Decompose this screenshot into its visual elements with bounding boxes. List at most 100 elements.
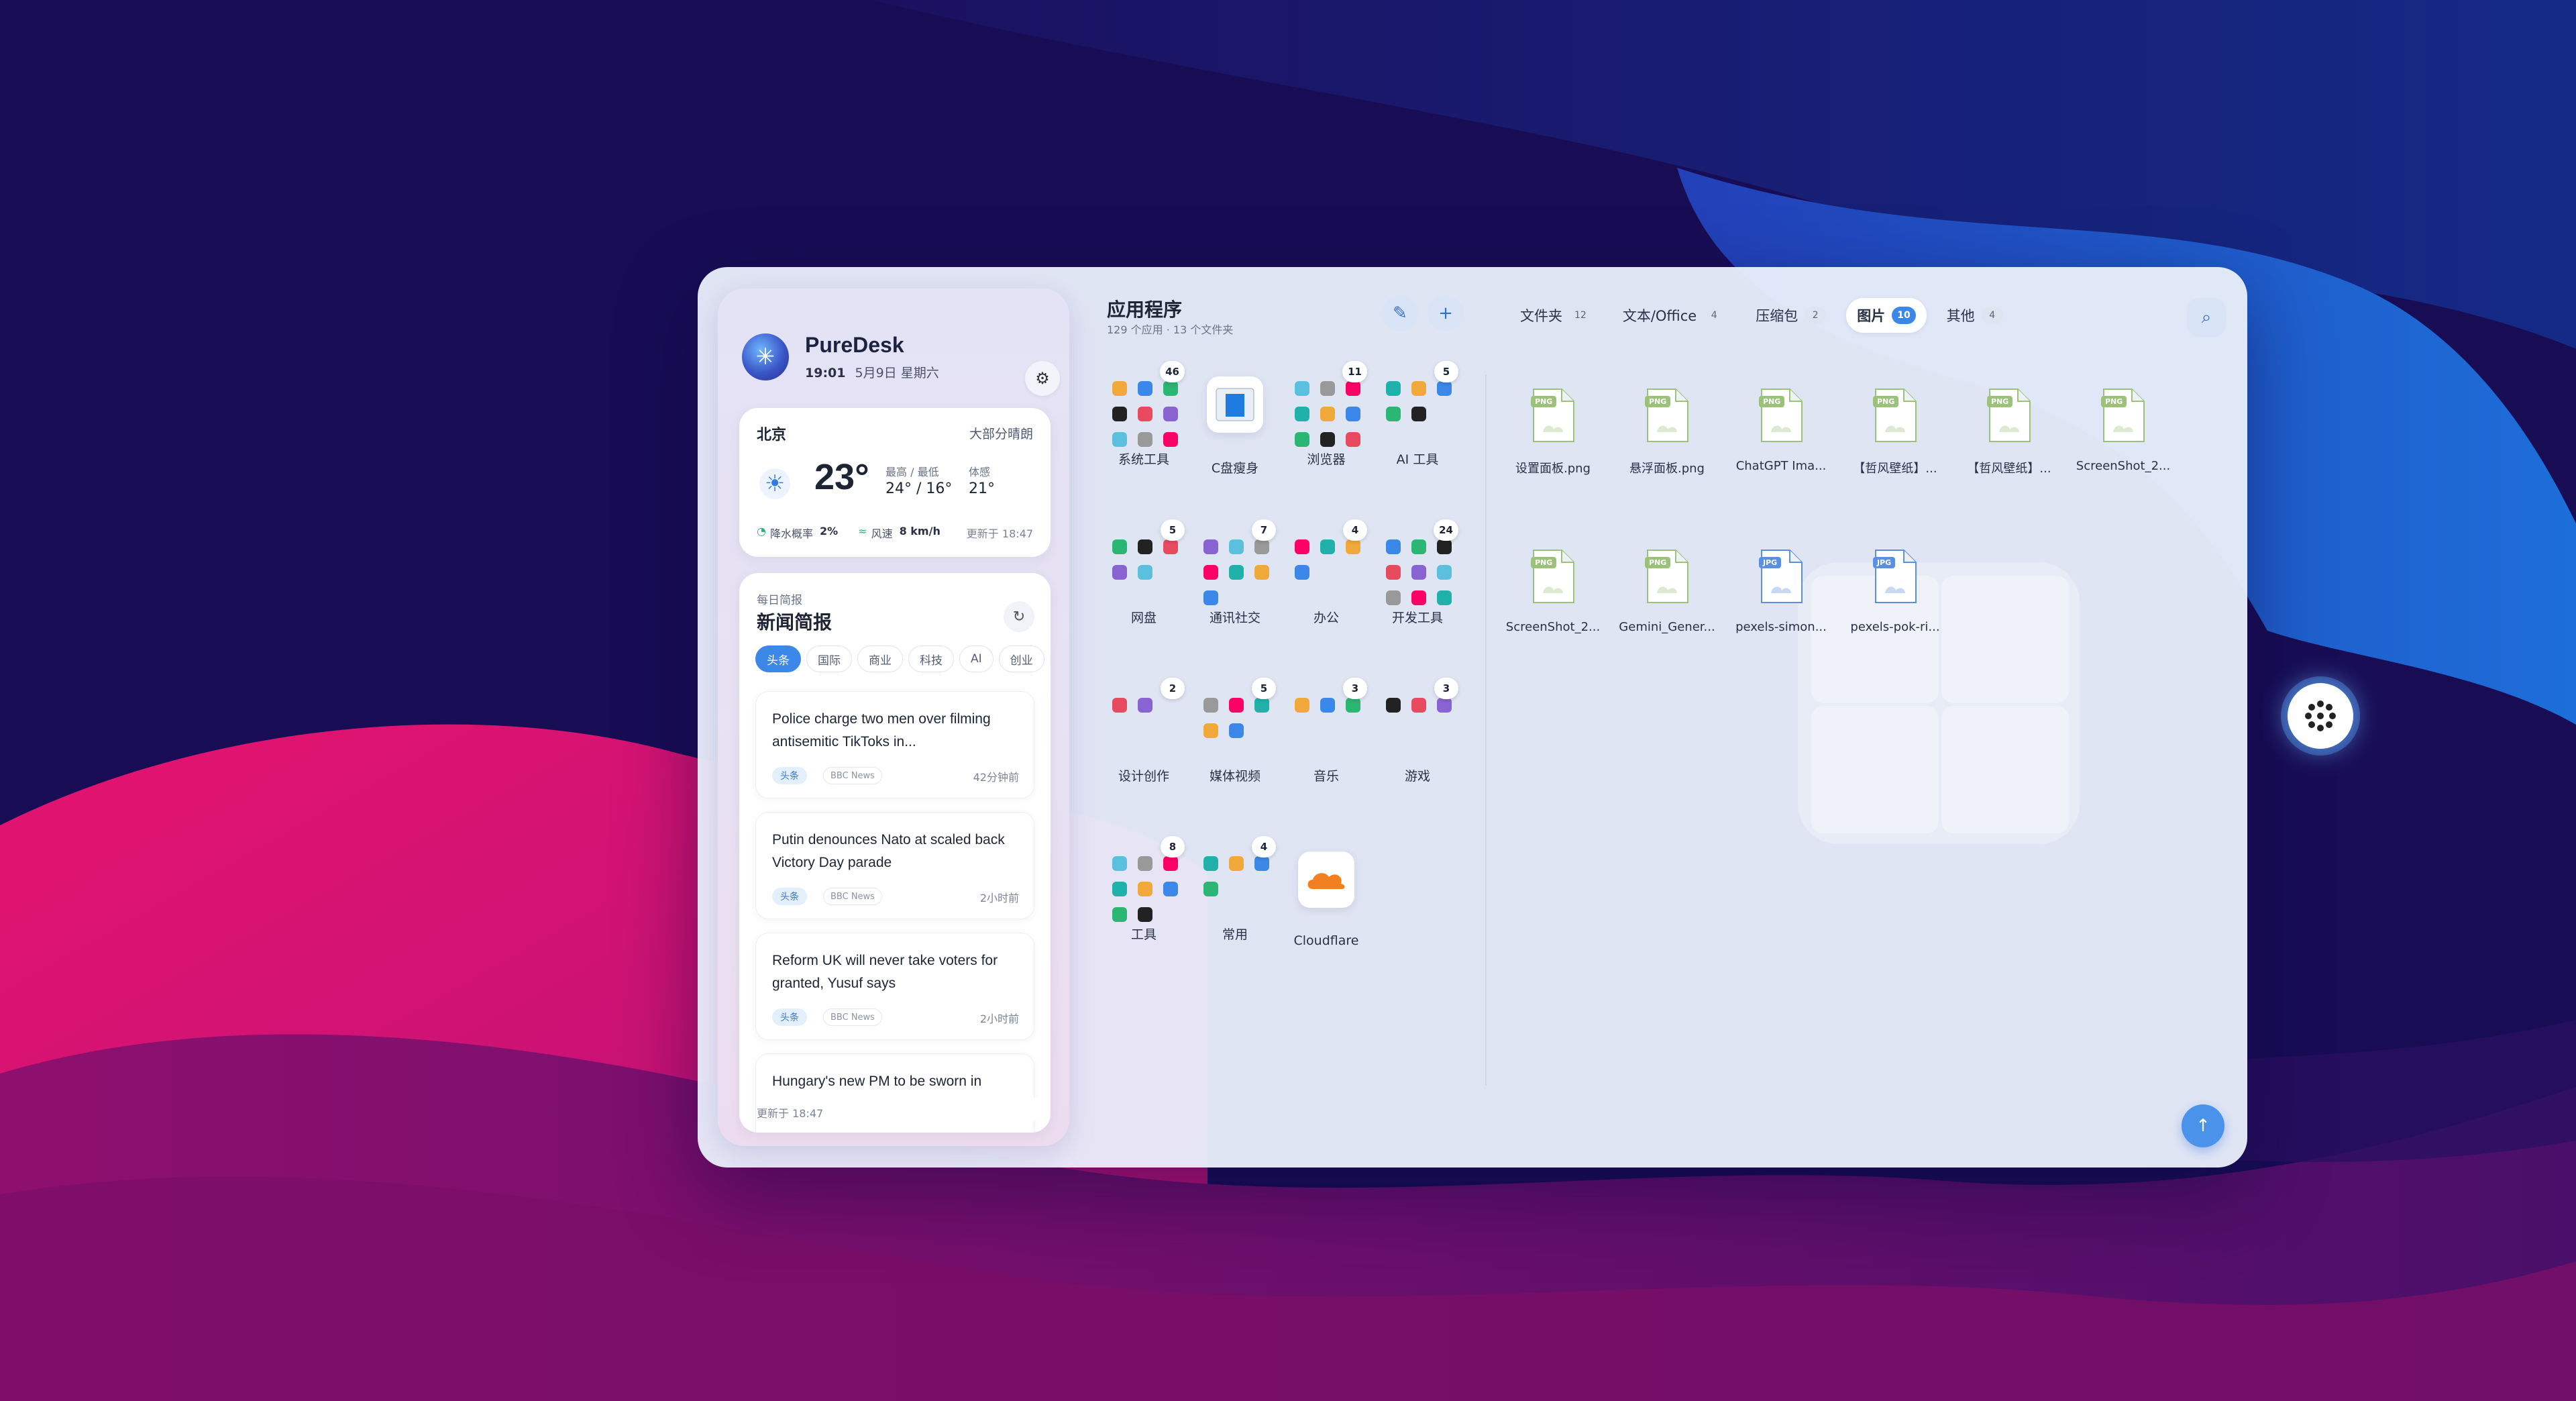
news-tab-tech[interactable]: 科技: [908, 645, 954, 672]
mini-app-icon: [1112, 432, 1127, 447]
settings-button[interactable]: ⚙: [1025, 361, 1060, 396]
file-tab-label: 文本/Office: [1622, 308, 1697, 324]
mini-app-icon: [1437, 381, 1452, 396]
news-refresh-button[interactable]: ↻: [1004, 601, 1034, 632]
file-item[interactable]: PNG 【哲风壁纸】...: [1838, 388, 1952, 476]
folder-icon-grid: 3: [1381, 678, 1458, 758]
mini-app-icon: [1386, 565, 1401, 580]
clock-date: 5月9日 星期六: [855, 366, 939, 380]
app-folder[interactable]: 7 通讯社交: [1191, 519, 1279, 626]
feels-like-label: 体感: [969, 466, 991, 478]
mini-app-icon: [1138, 381, 1152, 396]
app-folder[interactable]: 3 音乐: [1283, 678, 1370, 784]
news-item[interactable]: Hungary's new PM to be sworn in during '…: [755, 1053, 1034, 1133]
add-app-button[interactable]: +: [1428, 295, 1464, 331]
panel-divider: [1485, 374, 1487, 1086]
file-item[interactable]: PNG ScreenShot_2...: [2066, 388, 2180, 473]
search-button[interactable]: ⌕: [2187, 298, 2226, 337]
clock-time: 19:01: [805, 366, 846, 380]
image-file-icon: PNG: [1529, 549, 1576, 605]
mini-app-icon: [1346, 698, 1360, 713]
file-item[interactable]: JPG pexels-pok-ri...: [1838, 549, 1952, 634]
app-folder[interactable]: 3 游戏: [1374, 678, 1461, 784]
mini-app-icon: [1346, 407, 1360, 421]
weather-updated: 更新于 18:47: [966, 527, 1033, 540]
news-item-time: 2小时前: [979, 1013, 1019, 1025]
folder-icon-grid: [1198, 376, 1272, 450]
app-folder[interactable]: 2 设计创作: [1100, 678, 1187, 784]
mini-app-icon: [1346, 381, 1360, 396]
folder-count-badge: 7: [1252, 519, 1276, 541]
file-type-label: PNG: [1645, 396, 1671, 407]
mini-app-icon: [1112, 539, 1127, 554]
app-folder-label: Cloudflare: [1293, 933, 1359, 948]
app-folder[interactable]: 5 AI 工具: [1374, 361, 1461, 468]
file-name: ScreenShot_2...: [1505, 620, 1601, 634]
file-tab-count: 2: [1805, 307, 1827, 324]
file-name: pexels-simon...: [1735, 620, 1827, 634]
file-tab-archives[interactable]: 压缩包 2: [1745, 298, 1837, 333]
news-updated: 更新于 18:47: [757, 1098, 1038, 1121]
mini-app-icon: [1320, 432, 1335, 447]
app-folder[interactable]: C盘瘦身: [1191, 368, 1279, 476]
app-folder-label: 设计创作: [1118, 769, 1169, 784]
app-folder[interactable]: 8 工具: [1100, 836, 1187, 943]
app-folder[interactable]: 4 办公: [1283, 519, 1370, 626]
app-folder[interactable]: Cloudflare: [1283, 843, 1370, 948]
high-low-value: 24° / 16°: [885, 480, 953, 497]
file-tab-other[interactable]: 其他 4: [1936, 298, 2014, 333]
file-item[interactable]: JPG pexels-simon...: [1724, 549, 1838, 634]
folder-count-badge: 5: [1434, 361, 1458, 382]
file-tab-folders[interactable]: 文件夹 12: [1509, 298, 1603, 333]
file-item[interactable]: PNG ChatGPT Ima...: [1724, 388, 1838, 473]
app-folder[interactable]: 11 浏览器: [1283, 361, 1370, 468]
app-folder[interactable]: 24 开发工具: [1374, 519, 1461, 626]
arrow-up-icon: ↑: [2196, 1116, 2210, 1136]
puredesk-logo-icon: ✳: [742, 333, 789, 380]
file-name: 悬浮面板.png: [1629, 462, 1705, 476]
folder-count-badge: 46: [1160, 361, 1185, 382]
news-tab-world[interactable]: 国际: [806, 645, 852, 672]
file-item[interactable]: PNG Gemini_Gener...: [1610, 549, 1724, 634]
file-tab-images[interactable]: 图片 10: [1846, 298, 1927, 333]
news-label: 每日简报: [757, 594, 802, 607]
file-tab-count: 4: [1981, 307, 2003, 324]
news-tab-business[interactable]: 商业: [857, 645, 903, 672]
wind-value: 8 km/h: [899, 525, 941, 537]
mini-app-icon: [1203, 723, 1218, 738]
image-file-icon: PNG: [1872, 388, 1919, 444]
file-tab-office[interactable]: 文本/Office 4: [1612, 298, 1735, 333]
file-tab-count: 12: [1569, 307, 1592, 324]
folder-icon-grid: 5: [1381, 361, 1458, 442]
folder-icon-grid: [1289, 851, 1363, 925]
news-item[interactable]: Reform UK will never take voters for gra…: [755, 933, 1034, 1040]
folder-icon-grid: 4: [1289, 519, 1367, 600]
scroll-top-button[interactable]: ↑: [2182, 1104, 2224, 1147]
app-folder[interactable]: 4 常用: [1191, 836, 1279, 943]
file-item[interactable]: PNG 悬浮面板.png: [1610, 388, 1724, 476]
app-folder[interactable]: 46 系统工具: [1100, 361, 1187, 468]
mini-app-icon: [1411, 590, 1426, 605]
news-tab-headlines[interactable]: 头条: [755, 645, 801, 672]
weather-card[interactable]: 北京 大部分晴朗 ☀ 23° 最高 / 最低 24° / 16° 体感 21° …: [739, 408, 1051, 557]
folder-icon-grid: 3: [1289, 678, 1367, 758]
news-tab-startup[interactable]: 创业: [998, 645, 1044, 672]
news-item[interactable]: Putin denounces Nato at scaled back Vict…: [755, 812, 1034, 919]
file-item[interactable]: PNG ScreenShot_2...: [1496, 549, 1610, 634]
edit-apps-button[interactable]: ✎: [1382, 295, 1418, 331]
floating-ball-button[interactable]: [2288, 683, 2353, 749]
app-folder[interactable]: 5 网盘: [1100, 519, 1187, 626]
mini-app-icon: [1386, 381, 1401, 396]
file-tab-label: 图片: [1857, 308, 1886, 324]
mini-app-icon: [1138, 698, 1152, 713]
file-item[interactable]: PNG 【哲风壁纸】...: [1952, 388, 2066, 476]
app-folder-label: 浏览器: [1307, 452, 1346, 467]
news-tab-ai[interactable]: AI: [959, 645, 994, 672]
news-item-time: 2小时前: [979, 892, 1019, 904]
news-item[interactable]: Police charge two men over filming antis…: [755, 691, 1034, 798]
app-folder[interactable]: 5 媒体视频: [1191, 678, 1279, 784]
mini-app-icon: [1203, 565, 1218, 580]
mini-app-icon: [1254, 856, 1269, 871]
file-item[interactable]: PNG 设置面板.png: [1496, 388, 1610, 476]
image-file-icon: PNG: [1644, 388, 1690, 444]
